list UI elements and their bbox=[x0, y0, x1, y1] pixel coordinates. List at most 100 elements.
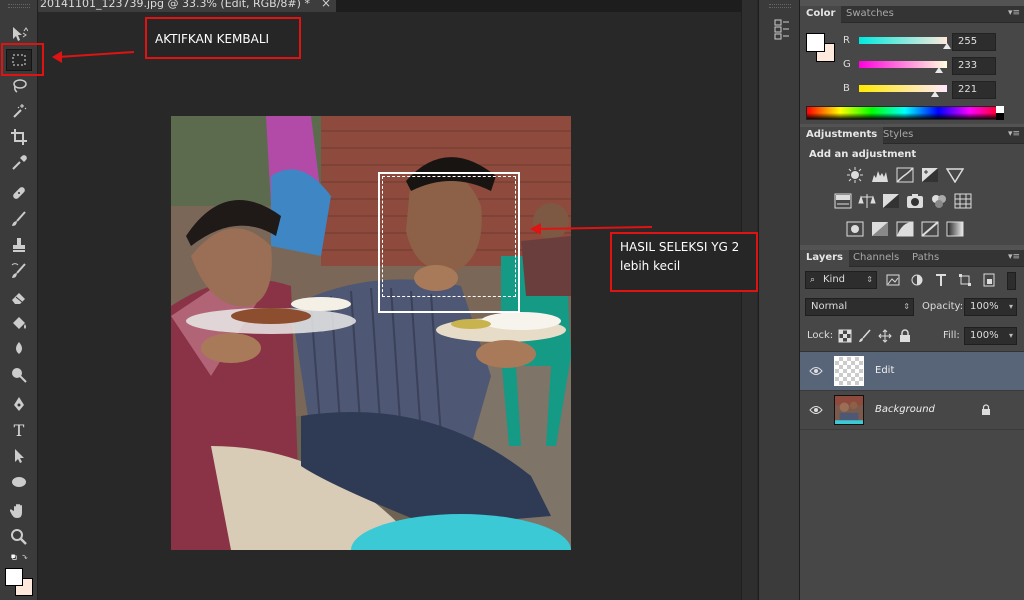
color-balance-icon[interactable] bbox=[858, 193, 876, 209]
document-tab[interactable]: 20141101_123739.jpg @ 33.3% (Edit, RGB/8… bbox=[38, 0, 336, 12]
layer-row-edit[interactable]: Edit bbox=[800, 352, 1024, 391]
tab-adjustments[interactable]: Adjustments bbox=[800, 127, 884, 144]
tab-paths[interactable]: Paths bbox=[906, 250, 945, 267]
lock-transparent-pixels-icon[interactable] bbox=[838, 329, 852, 343]
adjustments-panel-tabs: Adjustments Styles ▾≡ bbox=[800, 127, 1024, 144]
eraser-icon[interactable] bbox=[6, 286, 32, 308]
path-selection-icon[interactable] bbox=[6, 445, 32, 467]
lock-image-pixels-icon[interactable] bbox=[858, 329, 872, 343]
layer-name-edit[interactable]: Edit bbox=[875, 365, 894, 376]
filter-toggle-switch[interactable] bbox=[1007, 272, 1016, 290]
lock-position-icon[interactable] bbox=[878, 329, 892, 343]
type-icon[interactable]: T bbox=[6, 419, 32, 441]
document-image[interactable] bbox=[171, 116, 571, 550]
layer-filter-kind: Kind bbox=[823, 274, 846, 285]
layers-panel-tabs: Layers Channels Paths ▾≡ bbox=[800, 250, 1024, 267]
layer-visibility-eye-icon[interactable] bbox=[809, 404, 823, 416]
channel-slider-thumb[interactable] bbox=[931, 91, 940, 97]
filter-type-layers-icon[interactable] bbox=[934, 273, 948, 287]
color-panel-foreground-swatch[interactable] bbox=[806, 33, 825, 52]
black-white-ramp[interactable] bbox=[996, 106, 1004, 120]
opacity-input[interactable]: 100% ▾ bbox=[964, 298, 1017, 316]
marquee-selection-inner[interactable] bbox=[382, 176, 516, 297]
ellipse-icon[interactable] bbox=[6, 471, 32, 493]
move-tool-icon[interactable] bbox=[6, 23, 32, 45]
vibrance-icon[interactable] bbox=[946, 167, 964, 183]
tools-panel-grip[interactable] bbox=[8, 4, 30, 8]
fill-input[interactable]: 100% ▾ bbox=[964, 327, 1017, 345]
levels-icon[interactable] bbox=[871, 167, 889, 183]
filter-smart-objects-icon[interactable] bbox=[982, 273, 996, 287]
tools-panel: T bbox=[0, 0, 38, 600]
lock-all-icon[interactable] bbox=[898, 329, 912, 343]
dock-grip[interactable] bbox=[769, 4, 791, 8]
right-panel-column: Color Swatches ▾≡ R 255 G 233 B 221 Adjustmen… bbox=[800, 0, 1024, 600]
paint-bucket-icon[interactable] bbox=[6, 312, 32, 334]
photo-filter-icon[interactable] bbox=[906, 193, 924, 209]
selective-color-icon[interactable] bbox=[921, 221, 939, 237]
chevron-down-icon: ▾ bbox=[1008, 302, 1013, 311]
channel-value-input[interactable]: 221 bbox=[952, 81, 996, 99]
history-brush-icon[interactable] bbox=[6, 260, 32, 282]
foreground-color-swatch[interactable] bbox=[5, 568, 23, 586]
blur-icon[interactable] bbox=[6, 338, 32, 360]
tab-styles[interactable]: Styles bbox=[877, 127, 919, 144]
healing-brush-icon[interactable] bbox=[6, 182, 32, 204]
marquee-tool-highlight bbox=[1, 43, 44, 76]
channel-slider-track[interactable] bbox=[859, 37, 947, 44]
layer-filter-select[interactable]: ⌕ Kind ⇕ bbox=[805, 271, 877, 289]
adjustments-panel-menu-icon[interactable]: ▾≡ bbox=[1008, 129, 1020, 139]
brightness-contrast-icon[interactable] bbox=[846, 167, 864, 183]
crop-icon[interactable] bbox=[6, 126, 32, 148]
hue-saturation-icon[interactable] bbox=[834, 193, 852, 209]
layers-list: Edit Background bbox=[800, 351, 1024, 600]
curves-icon[interactable] bbox=[896, 167, 914, 183]
clone-stamp-icon[interactable] bbox=[6, 234, 32, 256]
exposure-icon[interactable] bbox=[921, 167, 939, 183]
swap-colors-icon[interactable] bbox=[6, 551, 32, 565]
channel-slider-track[interactable] bbox=[859, 61, 947, 68]
chevron-updown-icon: ⇕ bbox=[866, 275, 873, 284]
layers-panel-menu-icon[interactable]: ▾≡ bbox=[1008, 252, 1020, 262]
filter-adjustment-layers-icon[interactable] bbox=[910, 273, 924, 287]
threshold-icon[interactable] bbox=[896, 221, 914, 237]
close-tab-icon[interactable]: × bbox=[321, 0, 331, 10]
filter-shape-layers-icon[interactable] bbox=[958, 273, 972, 287]
lasso-icon[interactable] bbox=[6, 75, 32, 97]
tab-color[interactable]: Color bbox=[800, 6, 842, 23]
canvas-vertical-scrollbar[interactable] bbox=[741, 0, 757, 600]
magic-wand-icon[interactable] bbox=[6, 100, 32, 122]
channel-slider-thumb[interactable] bbox=[943, 43, 951, 49]
blend-mode-select[interactable]: Normal ⇕ bbox=[805, 298, 914, 316]
layer-visibility-eye-icon[interactable] bbox=[809, 365, 823, 377]
brush-icon[interactable] bbox=[6, 208, 32, 230]
eyedropper-icon[interactable] bbox=[6, 152, 32, 174]
callout-hasil-line2: lebih kecil bbox=[620, 259, 681, 273]
history-panel-icon[interactable] bbox=[773, 18, 791, 40]
color-panel-menu-icon[interactable]: ▾≡ bbox=[1008, 8, 1020, 18]
channel-slider-thumb[interactable] bbox=[935, 67, 944, 73]
color-spectrum-ramp[interactable] bbox=[806, 106, 1004, 120]
color-lookup-icon[interactable] bbox=[954, 193, 972, 209]
tab-channels[interactable]: Channels bbox=[847, 250, 905, 267]
type-tool-glyph: T bbox=[13, 420, 25, 440]
invert-icon[interactable] bbox=[846, 221, 864, 237]
channel-mixer-icon[interactable] bbox=[930, 193, 948, 209]
layer-name-background[interactable]: Background bbox=[875, 404, 935, 415]
channel-label: B bbox=[843, 83, 850, 94]
channel-value-input[interactable]: 255 bbox=[952, 33, 996, 51]
hand-icon[interactable] bbox=[6, 500, 32, 522]
black-white-icon[interactable] bbox=[882, 193, 900, 209]
channel-label: G bbox=[843, 59, 851, 70]
color-panel-tabs: Color Swatches ▾≡ bbox=[800, 6, 1024, 23]
posterize-icon[interactable] bbox=[871, 221, 889, 237]
dodge-icon[interactable] bbox=[6, 364, 32, 386]
channel-value-input[interactable]: 233 bbox=[952, 57, 996, 75]
filter-pixel-layers-icon[interactable] bbox=[886, 273, 900, 287]
gradient-map-icon[interactable] bbox=[946, 221, 964, 237]
tab-layers[interactable]: Layers bbox=[800, 250, 849, 267]
zoom-icon[interactable] bbox=[6, 526, 32, 548]
layer-row-background[interactable]: Background bbox=[800, 391, 1024, 430]
pen-icon[interactable] bbox=[6, 393, 32, 415]
tab-swatches[interactable]: Swatches bbox=[840, 6, 900, 23]
